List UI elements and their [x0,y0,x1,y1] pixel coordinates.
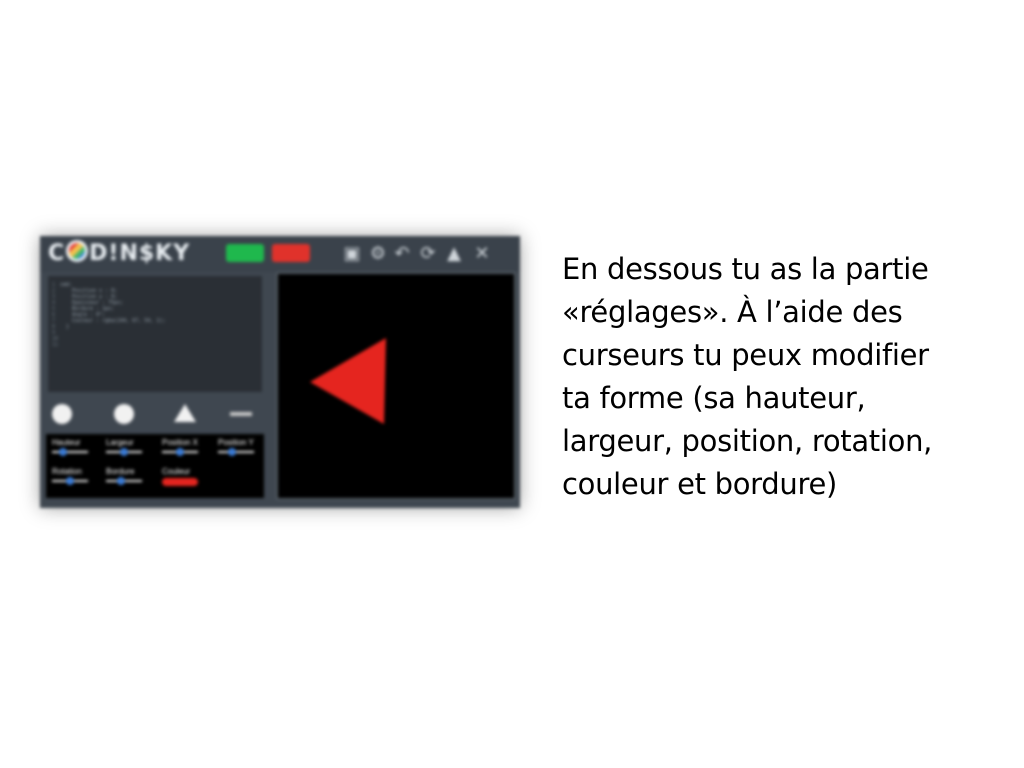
bordure-slider[interactable] [106,477,142,485]
caption-line-5: largeur, position, rotation, [562,424,933,458]
largeur-slider[interactable] [106,448,142,456]
rotation-slider-knob[interactable] [66,477,74,485]
settings-icon[interactable]: ⚙ [368,244,388,264]
refresh-icon[interactable]: ⟳ [418,244,438,264]
caption-text: En dessous tu as la partie «réglages». À… [562,248,1002,506]
setting-largeur: Largeur [106,438,156,456]
setting-hauteur: Hauteur [52,438,102,456]
rotation-slider[interactable] [52,477,88,485]
bordure-slider-knob[interactable] [117,477,126,485]
caption-line-4: ta forme (sa hauteur, [562,381,866,415]
line-shape-button[interactable] [230,412,252,416]
couleur-picker[interactable] [162,478,198,486]
circle-shape-button-2[interactable] [114,404,134,424]
largeur-label: Largeur [106,438,134,447]
circle-shape-button[interactable] [52,404,72,424]
rotation-label: Rotation [52,467,82,476]
upload-icon[interactable]: ▲ [444,244,464,264]
position-x-label: Position X [162,438,199,447]
caption-line-3: curseurs tu peux modifier [562,338,929,372]
caption-line-2: «réglages». À l’aide des [562,295,903,329]
caption-line-6: couleur et bordure) [562,467,838,501]
shape-selector [40,398,268,430]
codinsky-app-window: C D!N$KY ▣ ⚙ ↶ ⟳ ▲ ✕ 1 2 3 4 5 6 7 8 9 10… [40,236,520,508]
undo-icon[interactable]: ↶ [392,244,412,264]
stop-button[interactable] [272,244,310,262]
hauteur-slider-knob[interactable] [59,448,67,456]
title-bar: C D!N$KY ▣ ⚙ ↶ ⟳ ▲ ✕ [40,236,520,272]
setting-couleur: Couleur [162,467,212,486]
line-numbers: 1 2 3 4 5 6 7 8 9 10 11 [52,282,59,348]
setting-bordure: Bordure [106,467,156,485]
hauteur-label: Hauteur [52,438,81,447]
position-y-slider-knob[interactable] [227,448,236,456]
largeur-slider-knob[interactable] [120,448,128,456]
code-text[interactable]: cmd: Position x : 0; Position y : 0; Epa… [60,282,165,330]
couleur-label: Couleur [162,467,191,476]
run-button[interactable] [226,244,264,262]
position-x-slider-knob[interactable] [176,448,184,456]
position-y-label: Position Y [218,438,254,447]
setting-position-y: Position Y [218,438,268,456]
setting-rotation: Rotation [52,467,102,485]
code-editor[interactable]: 1 2 3 4 5 6 7 8 9 10 11 cmd: Position x … [48,276,262,392]
caption-line-1: En dessous tu as la partie [562,252,929,286]
settings-panel: Hauteur Largeur Position X Position Y Ro… [46,434,264,498]
position-y-slider[interactable] [218,448,254,456]
position-x-slider[interactable] [162,448,198,456]
setting-position-x: Position X [162,438,212,456]
triangle-shape-button[interactable] [174,404,196,422]
close-icon[interactable]: ✕ [472,244,492,264]
codinsky-logo: C D!N$KY [48,240,191,266]
red-triangle-shape[interactable] [308,336,398,426]
image-icon[interactable]: ▣ [342,244,362,264]
hauteur-slider[interactable] [52,448,88,456]
drawing-canvas[interactable] [276,272,516,500]
bordure-label: Bordure [106,467,135,476]
